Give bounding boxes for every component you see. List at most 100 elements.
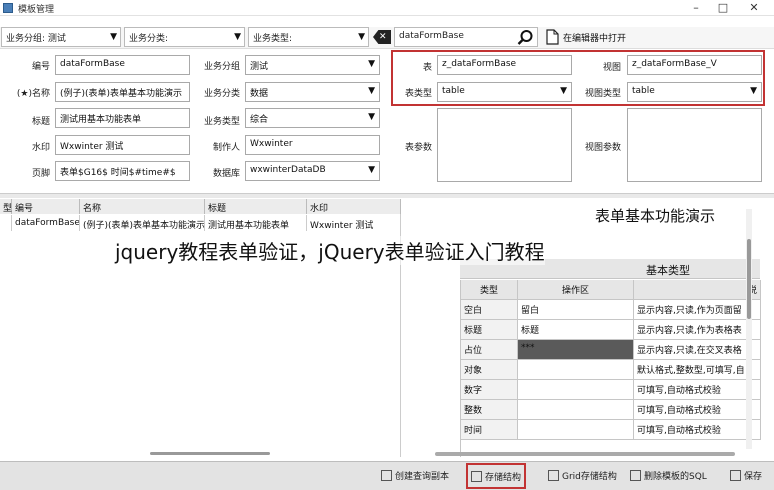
preview-col-area: 操作区 (518, 280, 634, 300)
splitter[interactable] (0, 193, 774, 198)
preview-type-cell: 空白 (461, 300, 518, 320)
chevron-down-icon: ▼ (750, 86, 757, 96)
code-field[interactable]: dataFormBase (55, 55, 190, 75)
preview-desc-cell: 默认格式,整数型,可填写,自 (634, 360, 761, 380)
grid-col-name[interactable]: 名称 (80, 199, 205, 214)
group-filter-label: 业务分组: (6, 34, 46, 44)
grid-col-title[interactable]: 标题 (205, 199, 307, 214)
category-filter[interactable]: 业务分类: ▼ (124, 27, 245, 47)
search-input-value: dataFormBase (399, 31, 464, 41)
maximize-button[interactable]: □ (709, 0, 737, 16)
preview-area-cell: *** (518, 340, 634, 360)
cube-icon (548, 470, 559, 481)
author-field[interactable]: Wxwinter (245, 135, 380, 155)
view-field[interactable]: z_dataFormBase_V (627, 55, 762, 75)
save-label: 保存 (744, 472, 763, 482)
search-icon[interactable] (517, 29, 534, 46)
category-filter-label: 业务分类: (129, 34, 169, 44)
view-params-label: 视图参数 (584, 143, 621, 153)
preview-type-cell: 占位 (461, 340, 518, 360)
footer-field[interactable]: 表单$G16$ 时间$#time#$ (55, 161, 190, 181)
preview-area-cell: 留白 (518, 300, 634, 320)
group-filter-value: 测试 (47, 34, 66, 44)
type-filter-label: 业务类型: (253, 34, 293, 44)
group-filter[interactable]: 业务分组: 测试 ▼ (1, 27, 121, 47)
document-icon[interactable] (546, 29, 560, 45)
save-structure-label: 存储结构 (485, 473, 522, 483)
open-in-editor-button[interactable]: 在编辑器中打开 (563, 31, 626, 44)
biz-cat-select[interactable]: 数据 ▼ (245, 82, 380, 102)
save-button[interactable]: 保存 (727, 465, 765, 487)
preview-area-cell (518, 360, 634, 380)
grid-header: 型 编号 名称 标题 水印 (0, 199, 401, 214)
biz-type-select[interactable]: 综合 ▼ (245, 108, 380, 128)
chevron-down-icon: ▼ (368, 86, 375, 96)
chevron-down-icon: ▼ (234, 32, 241, 42)
watermark-field[interactable]: Wxwinter 测试 (55, 135, 190, 155)
grid-cell: Wxwinter 测试 (307, 215, 401, 231)
db-select[interactable]: wxwinterDataDB ▼ (245, 161, 380, 181)
table-type-select[interactable]: table ▼ (437, 82, 572, 102)
save-structure-button[interactable]: 存储结构 (466, 463, 527, 489)
grid-save-structure-label: Grid存储结构 (562, 472, 617, 482)
delete-template-sql-button[interactable]: 删除模板的SQL (627, 465, 710, 487)
save-icon (730, 470, 741, 481)
overlay-caption: jquery教程表单验证，jQuery表单验证入门教程 (115, 236, 545, 265)
biz-cat-value: 数据 (250, 89, 269, 99)
chevron-down-icon: ▼ (560, 86, 567, 96)
create-query-copy-button[interactable]: 创建查询副本 (378, 465, 452, 487)
db-value: wxwinterDataDB (250, 165, 326, 175)
clear-icon[interactable]: ✕ (373, 30, 391, 44)
table-row[interactable]: dataFormBase (例子)(表单)表单基本功能演示 测试用基本功能表单 … (0, 215, 401, 231)
biz-group-select[interactable]: 测试 ▼ (245, 55, 380, 75)
table-label: 表 (422, 63, 432, 73)
title-field[interactable]: 测试用基本功能表单 (55, 108, 190, 128)
preview-type-cell: 整数 (461, 400, 518, 420)
title-bar: 模板管理 – □ ✕ (0, 0, 774, 16)
name-field[interactable]: (例子)(表单)表单基本功能演示 (55, 82, 190, 102)
grid-col-watermark[interactable]: 水印 (307, 199, 401, 214)
horizontal-scrollbar[interactable] (150, 452, 270, 455)
table-field[interactable]: z_dataFormBase (437, 55, 572, 75)
type-filter[interactable]: 业务类型: ▼ (248, 27, 369, 47)
biz-group-label: 业务分组 (203, 62, 240, 72)
preview-col-desc: 说 (634, 280, 761, 300)
biz-group-value: 测试 (250, 62, 269, 72)
preview-desc-cell: 显示内容,只读,在交叉表格 (634, 340, 761, 360)
delete-icon (630, 470, 641, 481)
minimize-button[interactable]: – (682, 0, 710, 16)
preview-subheading: 基本类型 (646, 264, 690, 277)
view-type-label: 视图类型 (584, 89, 621, 99)
view-type-select[interactable]: table ▼ (627, 82, 762, 102)
db-label: 数据库 (212, 169, 240, 179)
preview-type-cell: 时间 (461, 420, 518, 440)
vertical-scrollbar[interactable] (746, 209, 752, 449)
preview-area-cell (518, 420, 634, 440)
chevron-down-icon: ▼ (110, 32, 117, 42)
grid-cell: dataFormBase (12, 215, 80, 231)
table-type-value: table (442, 86, 465, 96)
search-input[interactable]: dataFormBase (394, 27, 538, 47)
grid-cell: 测试用基本功能表单 (205, 215, 307, 231)
close-button[interactable]: ✕ (740, 0, 768, 16)
view-params-field[interactable] (627, 108, 762, 182)
preview-area-cell: 标题 (518, 320, 634, 340)
footer-label: 页脚 (31, 169, 50, 179)
preview-table: 类型 操作区 说 空白 留白 显示内容,只读,作为页面留 标题 标题 显示内容,只读,作为… (460, 280, 761, 457)
grid-col-type[interactable]: 型 (0, 199, 12, 214)
preview-desc-cell: 可填写,自动格式校验 (634, 420, 761, 440)
name-label: (★)名称 (16, 89, 50, 99)
chevron-down-icon: ▼ (368, 59, 375, 69)
grid-save-structure-button[interactable]: Grid存储结构 (545, 465, 620, 487)
table-params-field[interactable] (437, 108, 572, 182)
table-params-label: 表参数 (404, 143, 432, 153)
grid-col-code[interactable]: 编号 (12, 199, 80, 214)
chevron-down-icon: ▼ (358, 32, 365, 42)
filter-bar: 业务分组: 测试 ▼ 业务分类: ▼ 业务类型: ▼ ✕ dataFormBas… (0, 27, 774, 49)
grid-cell (0, 215, 12, 231)
preview-horizontal-scrollbar[interactable] (435, 452, 735, 456)
title-label: 标题 (31, 117, 50, 127)
preview-desc-cell: 可填写,自动格式校验 (634, 400, 761, 420)
view-type-value: table (632, 86, 655, 96)
preview-col-type: 类型 (461, 280, 518, 300)
